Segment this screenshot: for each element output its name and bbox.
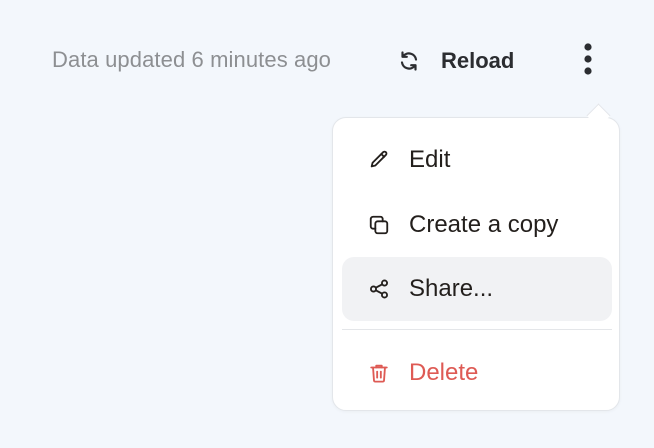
options-dropdown-menu: Edit Create a copy Share... Delete [332,117,620,411]
reload-button[interactable]: Reload [396,42,514,80]
menu-item-label: Create a copy [409,211,559,238]
menu-item-delete[interactable]: Delete [342,341,612,405]
toolbar: Data updated 6 minutes ago Reload [0,0,654,120]
menu-item-label: Share... [409,275,494,302]
menu-item-label: Edit [409,146,451,173]
kebab-menu-icon [583,42,593,81]
menu-item-share[interactable]: Share... [342,257,612,321]
menu-item-create-copy[interactable]: Create a copy [342,193,612,257]
menu-divider [342,329,612,330]
more-options-button[interactable] [572,40,604,82]
refresh-icon [396,48,422,74]
menu-item-edit[interactable]: Edit [342,128,612,192]
trash-icon [367,361,391,385]
pencil-icon [367,148,391,172]
reload-label: Reload [441,48,515,73]
share-icon [367,277,391,301]
menu-item-label: Delete [409,359,479,386]
last-updated-text: Data updated 6 minutes ago [52,47,332,72]
copy-icon [367,213,391,237]
